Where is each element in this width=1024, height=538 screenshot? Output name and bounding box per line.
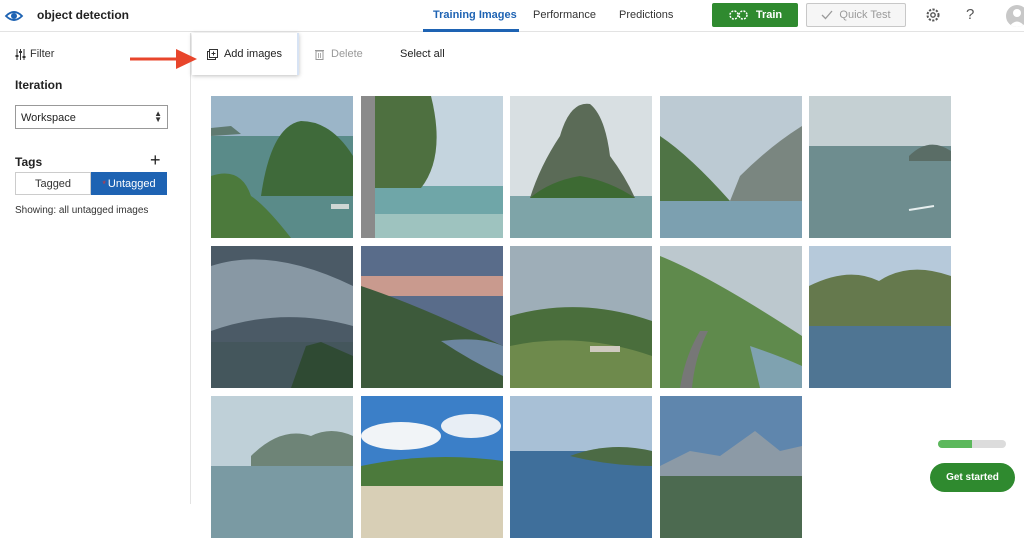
sunset-hills-image xyxy=(361,246,503,388)
image-thumbnail[interactable] xyxy=(660,246,802,388)
fjord-valley-image xyxy=(660,96,802,238)
train-label: Train xyxy=(755,9,783,21)
red-pointer-arrow-icon xyxy=(130,49,197,69)
tab-performance[interactable]: Performance xyxy=(533,9,596,21)
settings-gear-icon[interactable] xyxy=(925,7,941,23)
user-avatar[interactable] xyxy=(1006,5,1024,27)
add-images-button[interactable]: Add images xyxy=(192,33,299,75)
delete-button[interactable]: Delete xyxy=(315,48,363,60)
karst-island-bay-image xyxy=(211,96,353,238)
iteration-select[interactable]: Workspace ▲ ▼ xyxy=(15,105,168,129)
filter-button[interactable]: Filter xyxy=(15,48,54,60)
left-sidebar: Filter Iteration Workspace ▲ ▼ Tags + Tag… xyxy=(0,33,191,504)
person-icon xyxy=(1009,9,1024,27)
cliff-beach-image xyxy=(361,96,503,238)
limestone-peak-image xyxy=(510,96,652,238)
help-icon[interactable]: ? xyxy=(966,6,974,23)
quick-test-label: Quick Test xyxy=(839,9,891,21)
eye-logo-icon xyxy=(4,11,24,21)
image-thumbnail[interactable] xyxy=(809,96,951,238)
untagged-asterisk-icon: * xyxy=(102,178,106,189)
hazy-coastline-image xyxy=(211,396,353,538)
image-thumbnail[interactable] xyxy=(361,96,503,238)
mountain-lake-image xyxy=(809,246,951,388)
image-thumbnail[interactable] xyxy=(510,96,652,238)
get-started-button[interactable]: Get started xyxy=(930,463,1015,492)
image-thumbnail[interactable] xyxy=(660,96,802,238)
image-thumbnail[interactable] xyxy=(211,246,353,388)
filter-label: Filter xyxy=(30,48,55,60)
filter-sliders-icon xyxy=(15,48,26,60)
coastal-road-image xyxy=(660,246,802,388)
image-thumbnail[interactable] xyxy=(510,396,652,538)
select-all-button[interactable]: Select all xyxy=(400,48,445,60)
gears-icon xyxy=(729,10,748,20)
iteration-heading: Iteration xyxy=(15,78,63,92)
tagged-filter-button[interactable]: Tagged xyxy=(15,172,91,195)
delete-label: Delete xyxy=(331,48,363,60)
untagged-filter-button[interactable]: * Untagged xyxy=(91,172,167,195)
distant-mountains-image xyxy=(660,396,802,538)
select-arrows-icon: ▲ ▼ xyxy=(154,109,162,124)
image-thumbnail[interactable] xyxy=(361,246,503,388)
untagged-label: Untagged xyxy=(107,177,156,190)
iteration-select-value: Workspace xyxy=(21,112,76,124)
cloudy-beach-image xyxy=(361,396,503,538)
add-images-label: Add images xyxy=(223,48,283,60)
image-thumbnail[interactable] xyxy=(211,396,353,538)
tagged-label: Tagged xyxy=(34,177,72,190)
sunrays-farmland-image xyxy=(510,246,652,388)
image-thumbnail[interactable] xyxy=(361,396,503,538)
tab-predictions[interactable]: Predictions xyxy=(619,9,673,21)
train-button[interactable]: Train xyxy=(712,3,798,27)
image-thumbnail[interactable] xyxy=(510,246,652,388)
image-thumbnail[interactable] xyxy=(809,246,951,388)
add-image-icon xyxy=(206,48,218,60)
active-tab-indicator xyxy=(423,29,519,32)
quick-test-button[interactable]: Quick Test xyxy=(806,3,906,27)
image-thumbnail[interactable] xyxy=(660,396,802,538)
image-thumbnail[interactable] xyxy=(211,96,353,238)
add-tag-plus-icon[interactable]: + xyxy=(150,150,161,171)
showing-status: Showing: all untagged images xyxy=(15,205,149,216)
misty-sea-islands-image xyxy=(809,96,951,238)
onboarding-progress-bar xyxy=(938,440,1006,448)
trash-icon xyxy=(315,49,324,60)
top-bar: object detection Training Images Perform… xyxy=(0,0,1024,32)
tab-training-images[interactable]: Training Images xyxy=(433,9,517,21)
tags-heading: Tags xyxy=(15,155,43,169)
progress-fill xyxy=(938,440,972,448)
project-name: object detection xyxy=(37,8,130,22)
checkmark-icon xyxy=(821,10,833,20)
stormy-coast-image xyxy=(211,246,353,388)
island-blue-sea-image xyxy=(510,396,652,538)
